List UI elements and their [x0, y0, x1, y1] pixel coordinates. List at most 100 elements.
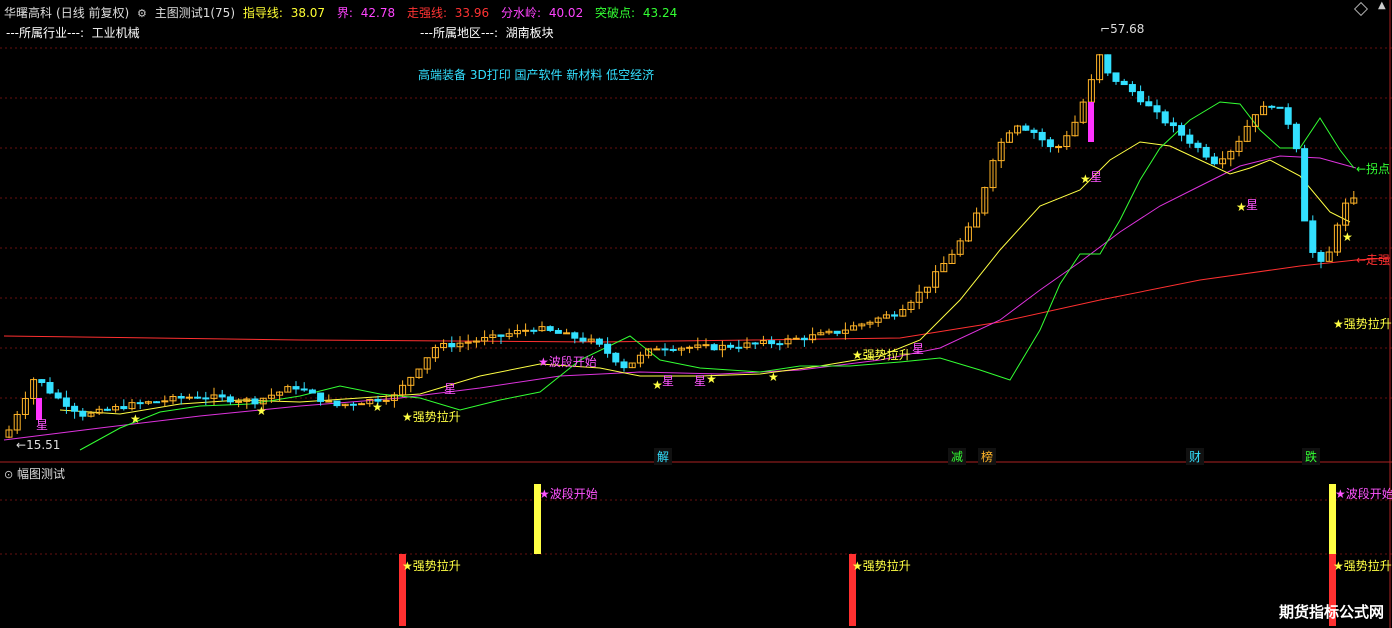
candle-body: [669, 348, 677, 351]
sub-strong-rise-signal: ★强势拉升: [402, 559, 461, 573]
candle-body: [710, 344, 718, 351]
candle-body: [530, 329, 538, 332]
kline-chart[interactable]: [0, 0, 1392, 628]
sub-wave-start-signal: ★波段开始: [539, 487, 598, 501]
candle-body: [54, 392, 62, 399]
high-price-mark: ⌐57.68: [1100, 22, 1145, 36]
watermark: 期货指标公式网: [1278, 603, 1384, 621]
candle-body: [751, 342, 759, 345]
candle-body: [1046, 139, 1054, 148]
strong-rise-signal: ★强势拉升: [402, 410, 461, 424]
candle-body: [620, 361, 628, 369]
candle-body: [554, 329, 562, 334]
star-marker: ★: [130, 412, 141, 426]
collapse-icon[interactable]: ⊙: [4, 468, 13, 481]
candle-body: [1145, 101, 1153, 107]
candle-body: [522, 329, 530, 332]
candle-body: [661, 348, 669, 351]
candle-body: [1022, 125, 1030, 131]
candle-body: [300, 388, 308, 391]
candle-body: [1210, 156, 1218, 165]
candle-body: [62, 397, 70, 407]
star-marker: ★: [1080, 172, 1091, 186]
xing-marker: 星: [36, 418, 49, 432]
event-marker[interactable]: 财: [1186, 448, 1205, 465]
candle-body: [1276, 106, 1284, 109]
candle-body: [563, 332, 571, 335]
candle-body: [1178, 125, 1186, 136]
candle-body: [235, 400, 243, 403]
candle-body: [194, 396, 202, 399]
candle-body: [1194, 142, 1202, 148]
candle-body: [497, 334, 505, 337]
candle-body: [579, 337, 587, 342]
event-marker[interactable]: 榜: [978, 448, 997, 465]
candle-body: [653, 348, 661, 351]
star-marker: ★: [768, 370, 779, 384]
candle-body: [792, 337, 800, 340]
candle-body: [1137, 91, 1145, 103]
candle-body: [1309, 220, 1317, 253]
star-marker: ★: [372, 400, 383, 414]
event-marker[interactable]: 跌: [1302, 448, 1321, 465]
candle-body: [226, 396, 234, 403]
candle-body: [1186, 134, 1194, 144]
candle-body: [1038, 131, 1046, 141]
candle-body: [1301, 148, 1309, 222]
candle-body: [1120, 80, 1128, 86]
candle-body: [1317, 251, 1325, 262]
candle-body: [185, 396, 193, 399]
candle-body: [79, 410, 87, 417]
sub-strong-rise-signal: ★强势拉升: [1333, 559, 1392, 573]
candle-body: [120, 406, 128, 410]
candle-body: [333, 400, 341, 407]
low-price-mark: ←15.51: [16, 438, 61, 452]
star-marker: ★: [706, 372, 717, 386]
sub-panel-header: ⊙ 幅图测试: [4, 465, 65, 482]
xing-marker: 星: [912, 342, 925, 356]
turn-point-label: ←拐点: [1356, 162, 1391, 176]
xing-marker: 星: [1090, 170, 1103, 184]
event-marker[interactable]: 减: [948, 448, 967, 465]
candle-body: [358, 403, 366, 406]
strong-rise-signal: ★强势拉升: [852, 348, 911, 362]
candle-body: [800, 337, 808, 341]
event-marker[interactable]: 解: [654, 448, 673, 465]
candle-body: [136, 402, 144, 405]
candle-body: [702, 344, 710, 347]
candle-body: [308, 389, 316, 394]
candle-body: [103, 408, 111, 411]
star-marker: ★: [1342, 230, 1353, 244]
candle-body: [71, 405, 79, 412]
candle-body: [292, 386, 300, 390]
candle-body: [768, 340, 776, 345]
candle-body: [1104, 54, 1112, 74]
candle-body: [1153, 105, 1161, 113]
candle-body: [161, 400, 169, 403]
sub-strong-rise-signal: ★强势拉升: [852, 559, 911, 573]
strong-line: [3, 257, 1391, 343]
candle-body: [1284, 107, 1292, 125]
candle-body: [46, 382, 54, 394]
star-marker: ★: [652, 378, 663, 392]
candle-body: [177, 396, 185, 399]
candle-body: [571, 332, 579, 339]
candle-body: [1128, 84, 1136, 93]
sub-wave-start-signal: ★波段开始: [1335, 487, 1392, 501]
sub-panel-title: 幅图测试: [17, 467, 66, 481]
xing-marker: 星: [694, 374, 707, 388]
candle-body: [153, 401, 161, 404]
candle-body: [325, 400, 333, 403]
candle-body: [1161, 111, 1169, 124]
candle-body: [546, 326, 554, 331]
candle-body: [1030, 129, 1038, 133]
candle-body: [612, 352, 620, 363]
candle-body: [317, 392, 325, 402]
candle-body: [1202, 146, 1210, 158]
candle-body: [595, 338, 603, 345]
xing-marker: 星: [444, 382, 457, 396]
candle-body: [349, 403, 357, 406]
candle-body: [1055, 146, 1063, 149]
candle-body: [735, 346, 743, 349]
candle-body: [202, 397, 210, 400]
